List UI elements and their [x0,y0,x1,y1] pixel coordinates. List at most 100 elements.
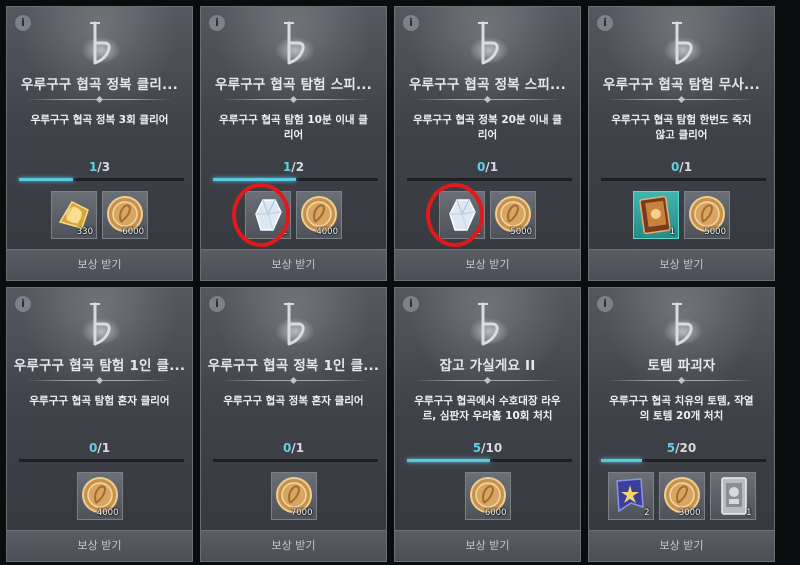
achievement-description: 우루구구 협곡 정복 혼자 클리어 [223,395,364,407]
progress-current: 0 [88,441,98,455]
claim-reward-button[interactable]: 보상 받기 [201,530,386,561]
reward-quantity: 5000 [510,227,532,237]
reward-item[interactable]: 4000 [76,472,123,520]
progress-text: 1/2 [282,160,305,174]
reward-item[interactable]: 4000 [296,191,342,239]
progress-current: 0 [476,160,486,174]
progress-total: 1 [683,160,693,174]
achievement-emblem-icon [662,19,704,69]
achievement-title: 우루구구 협곡 탐험 스피... [215,77,372,93]
reward-quantity: 5000 [704,227,726,237]
achievement-title: 우루구구 협곡 탐험 1인 클... [13,358,186,374]
reward-list: 1 5000 [395,191,580,243]
achievement-title: 우루구구 협곡 정복 스피... [409,77,566,93]
reward-item[interactable]: 1 [633,191,679,239]
progress-total: 1 [489,160,499,174]
divider [413,95,562,104]
claim-reward-button[interactable]: 보상 받기 [589,249,774,280]
info-icon[interactable]: i [597,15,613,31]
reward-quantity: 4000 [316,227,338,237]
progress-text: 5/20 [666,441,697,455]
claim-reward-button[interactable]: 보상 받기 [7,249,192,280]
reward-item[interactable]: 7000 [270,472,317,520]
progress-total: 1 [101,441,111,455]
progress-current: 5 [666,441,676,455]
progress-text: 0/1 [670,160,693,174]
progress-bar [19,459,184,462]
achievement-card: i 우루구구 협곡 정복 1인 클... 우루구구 협곡 정복 혼자 클리어 0… [200,287,387,562]
info-icon[interactable]: i [209,15,225,31]
achievement-description: 우루구구 협곡 탐험 한번도 죽지 않고 클리어 [611,114,752,141]
reward-item[interactable]: 3000 [658,472,705,520]
achievement-description: 우루구구 협곡 정복 20분 이내 클리어 [413,114,562,141]
progress-bar-fill [601,459,643,462]
reward-item[interactable]: 6000 [102,191,148,239]
reward-quantity: 1 [746,508,752,518]
progress-bar-fill [407,459,490,462]
reward-item[interactable]: 1 [709,472,756,520]
reward-list: 7000 [201,472,386,524]
reward-item[interactable]: 330 [51,191,97,239]
achievement-description: 우루구구 협곡 탐험 혼자 클리어 [29,395,170,407]
progress-total: 3 [101,160,111,174]
achievement-card: i 우루구구 협곡 정복 스피... 우루구구 협곡 정복 20분 이내 클리어… [394,6,581,281]
reward-item[interactable]: 6000 [464,472,511,520]
divider [25,376,174,385]
achievement-emblem-icon [80,19,122,69]
reward-item[interactable]: 2 [607,472,654,520]
achievement-description: 우루구구 협곡 탐험 10분 이내 클리어 [219,114,368,141]
highlight-circle [232,183,290,247]
progress-bar-fill [19,178,74,181]
achievement-title: 우루구구 협곡 정복 1인 클... [207,358,380,374]
claim-reward-button[interactable]: 보상 받기 [589,530,774,561]
reward-item[interactable]: 5000 [490,191,536,239]
achievement-title: 토템 파괴자 [647,358,716,374]
achievement-card: i 잡고 가실게요 II 우루구구 협곡에서 수호대장 라우르, 심판자 우라홈… [394,287,581,562]
achievement-emblem-icon [662,300,704,350]
progress-bar-fill [213,178,296,181]
achievement-description: 우루구구 협곡 정복 3회 클리어 [30,114,169,126]
reward-list: 4000 [7,472,192,524]
progress-text: 0/1 [476,160,499,174]
achievement-title: 잡고 가실게요 II [439,358,536,374]
claim-reward-button[interactable]: 보상 받기 [201,249,386,280]
highlight-circle [426,183,484,247]
progress-bar [213,459,378,462]
claim-reward-button[interactable]: 보상 받기 [395,249,580,280]
achievement-description: 우루구구 협곡 치유의 토템, 작열의 토템 20개 처치 [609,395,754,422]
info-icon[interactable]: i [209,296,225,312]
achievement-emblem-icon [274,19,316,69]
reward-quantity: 7000 [290,508,313,518]
progress-current: 1 [282,160,292,174]
achievement-card: i 토템 파괴자 우루구구 협곡 치유의 토템, 작열의 토템 20개 처치 5… [588,287,775,562]
reward-quantity: 2 [644,508,650,518]
reward-quantity: 6000 [484,508,507,518]
info-icon[interactable]: i [403,15,419,31]
progress-bar [19,178,184,181]
divider [413,376,562,385]
divider [607,376,756,385]
claim-reward-button[interactable]: 보상 받기 [7,530,192,561]
progress-current: 0 [282,441,292,455]
reward-item[interactable]: 5000 [684,191,730,239]
info-icon[interactable]: i [597,296,613,312]
claim-reward-button[interactable]: 보상 받기 [395,530,580,561]
achievement-emblem-icon [468,300,510,350]
divider [607,95,756,104]
progress-current: 0 [670,160,680,174]
achievement-card: i 우루구구 협곡 탐험 무사... 우루구구 협곡 탐험 한번도 죽지 않고 … [588,6,775,281]
reward-list: 2 3000 1 [589,472,774,524]
progress-bar [407,178,572,181]
progress-current: 5 [472,441,482,455]
reward-quantity: 6000 [122,227,144,237]
progress-total: 10 [485,441,503,455]
info-icon[interactable]: i [15,296,31,312]
divider [25,95,174,104]
divider [219,95,368,104]
reward-quantity: 1 [669,227,675,237]
info-icon[interactable]: i [15,15,31,31]
achievement-card: i 우루구구 협곡 탐험 1인 클... 우루구구 협곡 탐험 혼자 클리어 0… [6,287,193,562]
achievement-title: 우루구구 협곡 정복 클리... [21,77,178,93]
reward-list: 1 5000 [589,191,774,243]
info-icon[interactable]: i [403,296,419,312]
